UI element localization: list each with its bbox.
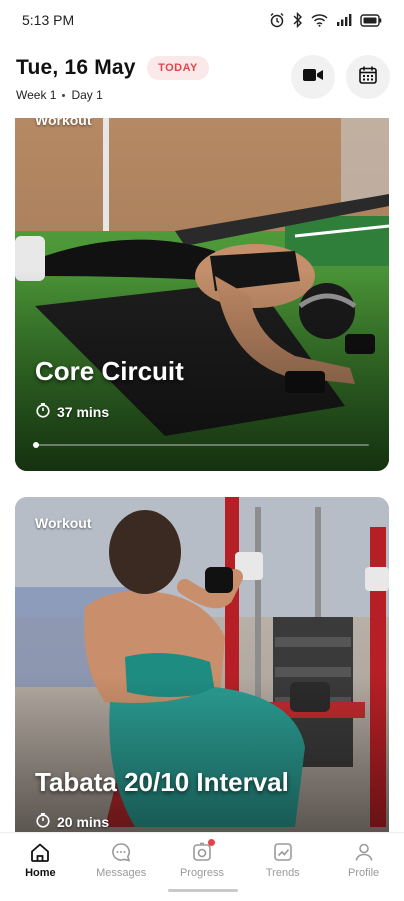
calendar-icon	[358, 65, 378, 90]
week-label: Week 1	[16, 88, 57, 102]
separator-dot	[62, 93, 66, 97]
workout-duration: 37 mins	[35, 402, 109, 421]
trends-icon	[272, 841, 294, 867]
status-icons	[269, 12, 382, 28]
week-day-indicator: Week 1 Day 1	[16, 88, 103, 102]
timer-icon	[35, 812, 51, 831]
status-time: 5:13 PM	[22, 12, 75, 28]
workout-category: Workout	[35, 118, 92, 128]
video-camera-icon	[302, 67, 324, 88]
alarm-icon	[269, 12, 285, 28]
workout-feed[interactable]: Workout Core Circuit 37 mins Workout Tab…	[0, 118, 404, 832]
duration-text: 37 mins	[57, 403, 110, 420]
video-button[interactable]	[291, 55, 335, 99]
status-bar: 5:13 PM	[0, 0, 404, 40]
home-indicator[interactable]	[168, 889, 238, 892]
signal-icon	[336, 13, 352, 27]
workout-card[interactable]: Workout Core Circuit 37 mins	[15, 118, 389, 471]
nav-label: Messages	[96, 867, 147, 879]
home-icon	[29, 841, 51, 867]
header: Tue, 16 May TODAY Week 1 Day 1	[0, 44, 404, 112]
duration-text: 20 mins	[57, 813, 110, 830]
day-label: Day 1	[71, 88, 103, 102]
workout-category: Workout	[35, 515, 92, 531]
notification-badge	[207, 839, 215, 846]
profile-icon	[353, 841, 375, 867]
workout-progress-bar	[33, 442, 369, 448]
workout-duration: 20 mins	[35, 812, 109, 831]
workout-title: Core Circuit	[35, 356, 184, 386]
battery-icon	[360, 13, 382, 27]
today-badge[interactable]: TODAY	[147, 56, 209, 80]
nav-item-profile[interactable]: Profile	[324, 833, 404, 901]
page-title: Tue, 16 May	[16, 56, 136, 79]
nav-item-trends[interactable]: Trends	[243, 833, 323, 901]
workout-card[interactable]: Workout Tabata 20/10 Interval 20 mins	[15, 497, 389, 832]
nav-item-messages[interactable]: Messages	[81, 833, 161, 901]
workout-title: Tabata 20/10 Interval	[35, 767, 289, 797]
nav-label: Profile	[347, 867, 380, 879]
nav-item-home[interactable]: Home	[0, 833, 80, 901]
chat-icon	[110, 841, 132, 867]
wifi-icon	[311, 13, 328, 27]
nav-label: Trends	[265, 867, 300, 879]
nav-label: Home	[25, 867, 56, 879]
progress-indicator	[33, 442, 39, 448]
nav-label: Progress	[179, 867, 224, 879]
bluetooth-icon	[293, 12, 303, 28]
timer-icon	[35, 402, 51, 421]
calendar-button[interactable]	[346, 55, 390, 99]
